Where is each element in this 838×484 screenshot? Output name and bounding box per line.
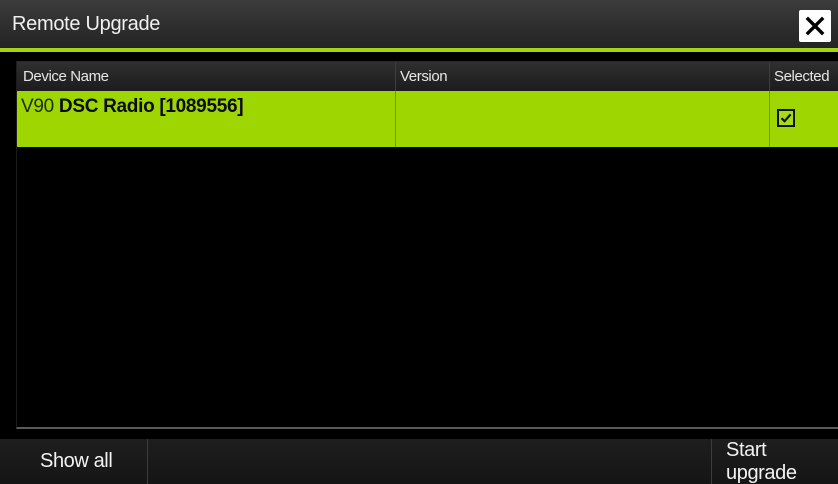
column-divider [769, 62, 770, 91]
table-row[interactable]: V90 DSC Radio [1089556] [17, 91, 838, 147]
table-header: Device Name Version Selected [17, 62, 838, 91]
remote-upgrade-dialog: Remote Upgrade Device Name Version Selec… [0, 0, 838, 484]
column-header-version: Version [400, 68, 448, 85]
cell-divider [769, 91, 770, 147]
show-all-button[interactable]: Show all [0, 439, 148, 484]
column-divider [395, 62, 396, 91]
device-table: Device Name Version Selected V90 DSC Rad… [16, 61, 838, 429]
device-name-prefix: V90 [21, 96, 54, 117]
column-header-device-name: Device Name [23, 68, 109, 85]
start-upgrade-button[interactable]: Start upgrade [711, 439, 838, 484]
title-accent-line [0, 48, 838, 52]
cell-divider [395, 91, 396, 147]
close-button[interactable] [799, 10, 831, 42]
footer-toolbar: Show all Start upgrade [0, 439, 838, 484]
column-header-selected: Selected [774, 68, 830, 85]
dialog-title: Remote Upgrade [12, 13, 161, 35]
close-icon [805, 16, 825, 36]
device-name-text: DSC Radio [1089556] [53, 96, 244, 117]
title-bar: Remote Upgrade [0, 0, 838, 48]
selected-checkbox[interactable] [777, 109, 795, 127]
device-name-cell: V90 DSC Radio [1089556] [21, 96, 244, 118]
checkmark-icon [780, 113, 792, 123]
